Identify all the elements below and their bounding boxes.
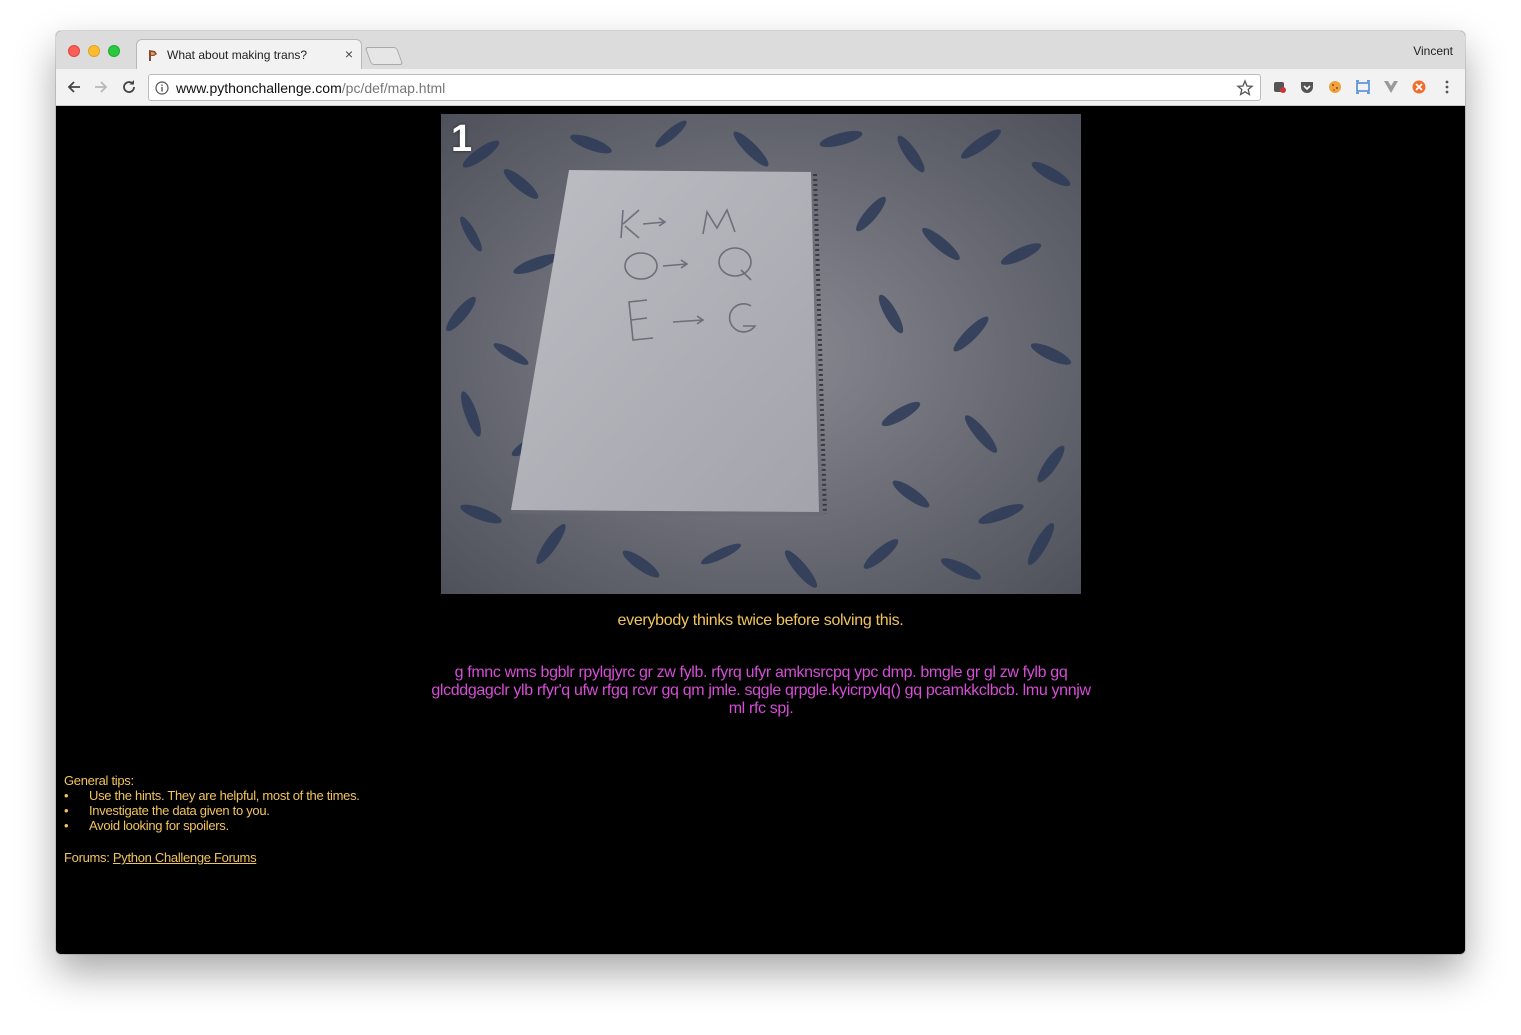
- forums-link[interactable]: Python Challenge Forums: [113, 850, 257, 865]
- pocket-icon[interactable]: [1299, 79, 1315, 95]
- notebook-photo: 1: [441, 114, 1081, 594]
- info-icon[interactable]: [155, 81, 169, 95]
- back-arrow-icon[interactable]: [64, 77, 84, 97]
- cipher-text: g fmnc wms bgblr rpylqjyrc gr zw fylb. r…: [431, 664, 1091, 717]
- forums-label: Forums:: [64, 850, 113, 865]
- browser-toolbar: www.pythonchallenge.com/pc/def/map.html: [56, 69, 1465, 106]
- tip-item: Avoid looking for spoilers.: [64, 818, 360, 833]
- favicon-icon: [149, 50, 157, 61]
- tab-title: What about making trans?: [167, 48, 308, 62]
- menu-kebab-icon[interactable]: [1439, 79, 1455, 95]
- blocker-icon[interactable]: [1411, 79, 1427, 95]
- notebook-photo-drawing: [441, 114, 1081, 594]
- url-host: www.pythonchallenge.com: [176, 80, 342, 96]
- forward-arrow-icon[interactable]: [91, 77, 111, 97]
- vue-devtools-icon[interactable]: [1383, 79, 1399, 95]
- screenshot-icon[interactable]: [1355, 79, 1371, 95]
- window-close-button[interactable]: [68, 45, 80, 57]
- browser-window: What about making trans? × Vincent www.p…: [56, 31, 1465, 954]
- window-maximize-button[interactable]: [108, 45, 120, 57]
- url-path: /pc/def/map.html: [341, 80, 446, 96]
- tip-item: Investigate the data given to you.: [64, 803, 360, 818]
- hint-text: everybody thinks twice before solving th…: [617, 612, 904, 629]
- browser-tab[interactable]: What about making trans? ×: [136, 39, 362, 69]
- tip-item: Use the hints. They are helpful, most of…: [64, 788, 360, 803]
- tips-list: Use the hints. They are helpful, most of…: [64, 788, 360, 833]
- new-tab-button[interactable]: [364, 47, 404, 65]
- photo-number: 1: [451, 118, 473, 160]
- extension-puzzle-icon[interactable]: [1272, 79, 1288, 95]
- title-bar: What about making trans? × Vincent: [56, 31, 1465, 69]
- reload-icon[interactable]: [119, 77, 139, 97]
- tips-title: General tips:: [64, 773, 134, 788]
- bookmark-star-icon[interactable]: [1236, 79, 1254, 97]
- page-content: 1 everybody thinks twice before solving …: [56, 106, 1465, 954]
- general-tips: General tips: Use the hints. They are he…: [64, 773, 360, 833]
- window-minimize-button[interactable]: [88, 45, 100, 57]
- forums-line: Forums: Python Challenge Forums: [64, 850, 257, 865]
- cookie-icon[interactable]: [1327, 79, 1343, 95]
- tab-close-icon[interactable]: ×: [345, 46, 353, 62]
- url-text[interactable]: www.pythonchallenge.com/pc/def/map.html: [176, 80, 445, 96]
- address-bar[interactable]: www.pythonchallenge.com/pc/def/map.html: [148, 74, 1261, 101]
- profile-name[interactable]: Vincent: [1413, 44, 1453, 58]
